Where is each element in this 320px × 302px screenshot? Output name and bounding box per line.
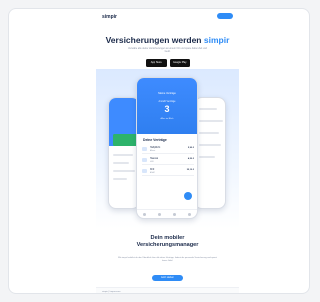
phone-left-line [113,170,135,172]
contracts-section-title: Deine Verträge [143,138,167,142]
contract-price: 5,90 € [187,147,194,149]
contract-count-label: Anzahl Verträge [158,100,176,103]
phone-title: Meine Verträge [158,92,176,95]
section2-title-line2: Versicherungsmanager [136,242,199,248]
contract-row[interactable]: Hausrat HUK 4,50 € [142,155,194,165]
contract-price: 32,10 € [186,169,194,171]
contract-name: KFZ [150,168,155,171]
app-store-badge[interactable]: App Store [146,59,167,67]
phone-right-line [199,156,215,158]
phone-right-line [199,120,223,122]
phone-mockup-right [194,97,226,209]
logo[interactable]: simpir [102,14,117,20]
nav-contracts-icon[interactable] [158,212,161,216]
phone-left-line [113,162,129,164]
section2-cta-button[interactable]: Jetzt starten [152,275,183,281]
contract-row[interactable]: KFZ ADAC 32,10 € [142,166,194,176]
section2-title-line1: Dein mobiler [150,235,185,241]
store-badges: App Store Google Play [146,59,190,67]
section2-text: Mit simpir behältst du den Überblick übe… [118,257,217,262]
contract-price: 4,50 € [187,158,194,160]
header: simpir [96,9,239,29]
header-cta-button[interactable] [217,13,233,19]
contract-count: 3 [164,104,170,114]
phone-right-line [199,144,221,146]
contract-count-footer: Alles im Blick [160,118,174,120]
hero-subtitle: Verwalte alle deine Versicherungen an ei… [128,47,207,54]
hero-title-main: Versicherungen werden [105,35,204,45]
contract-name: Hausrat [150,157,159,160]
contract-icon [142,158,147,162]
phone-header: Meine Verträge Anzahl Verträge 3 Alles i… [137,78,197,134]
preview-card: simpir Versicherungen werden simpir Verw… [8,8,310,294]
landing-page: simpir Versicherungen werden simpir Verw… [96,9,239,293]
nav-search-icon[interactable] [173,212,176,216]
phone-left-line [113,154,133,156]
contract-row[interactable]: Haftpflicht Allianz 5,90 € [142,144,194,154]
phone-mockup-center: Meine Verträge Anzahl Verträge 3 Alles i… [136,77,198,219]
hero-title: Versicherungen werden simpir [96,35,239,45]
contract-icon [142,147,147,151]
nav-home-icon[interactable] [143,212,146,216]
contract-insurer: ADAC [150,171,155,174]
footer: simpir | Impressum [96,287,239,293]
phone-left-card [113,134,137,146]
hero-title-accent: simpir [203,35,230,45]
phone-right-line [199,132,219,134]
footer-text: simpir | Impressum [102,290,121,293]
phone-left-line [113,178,127,180]
google-play-badge[interactable]: Google Play [169,59,190,67]
phone-right-line [199,108,217,110]
contract-insurer: HUK [150,160,154,163]
add-contract-button[interactable] [184,192,192,200]
contract-insurer: Allianz [150,149,156,152]
contract-name: Haftpflicht [150,146,161,149]
nav-profile-icon[interactable] [188,212,191,216]
phone-bottom-nav [137,209,197,218]
contract-icon [142,169,147,173]
section2-title: Dein mobiler Versicherungsmanager [96,235,239,249]
